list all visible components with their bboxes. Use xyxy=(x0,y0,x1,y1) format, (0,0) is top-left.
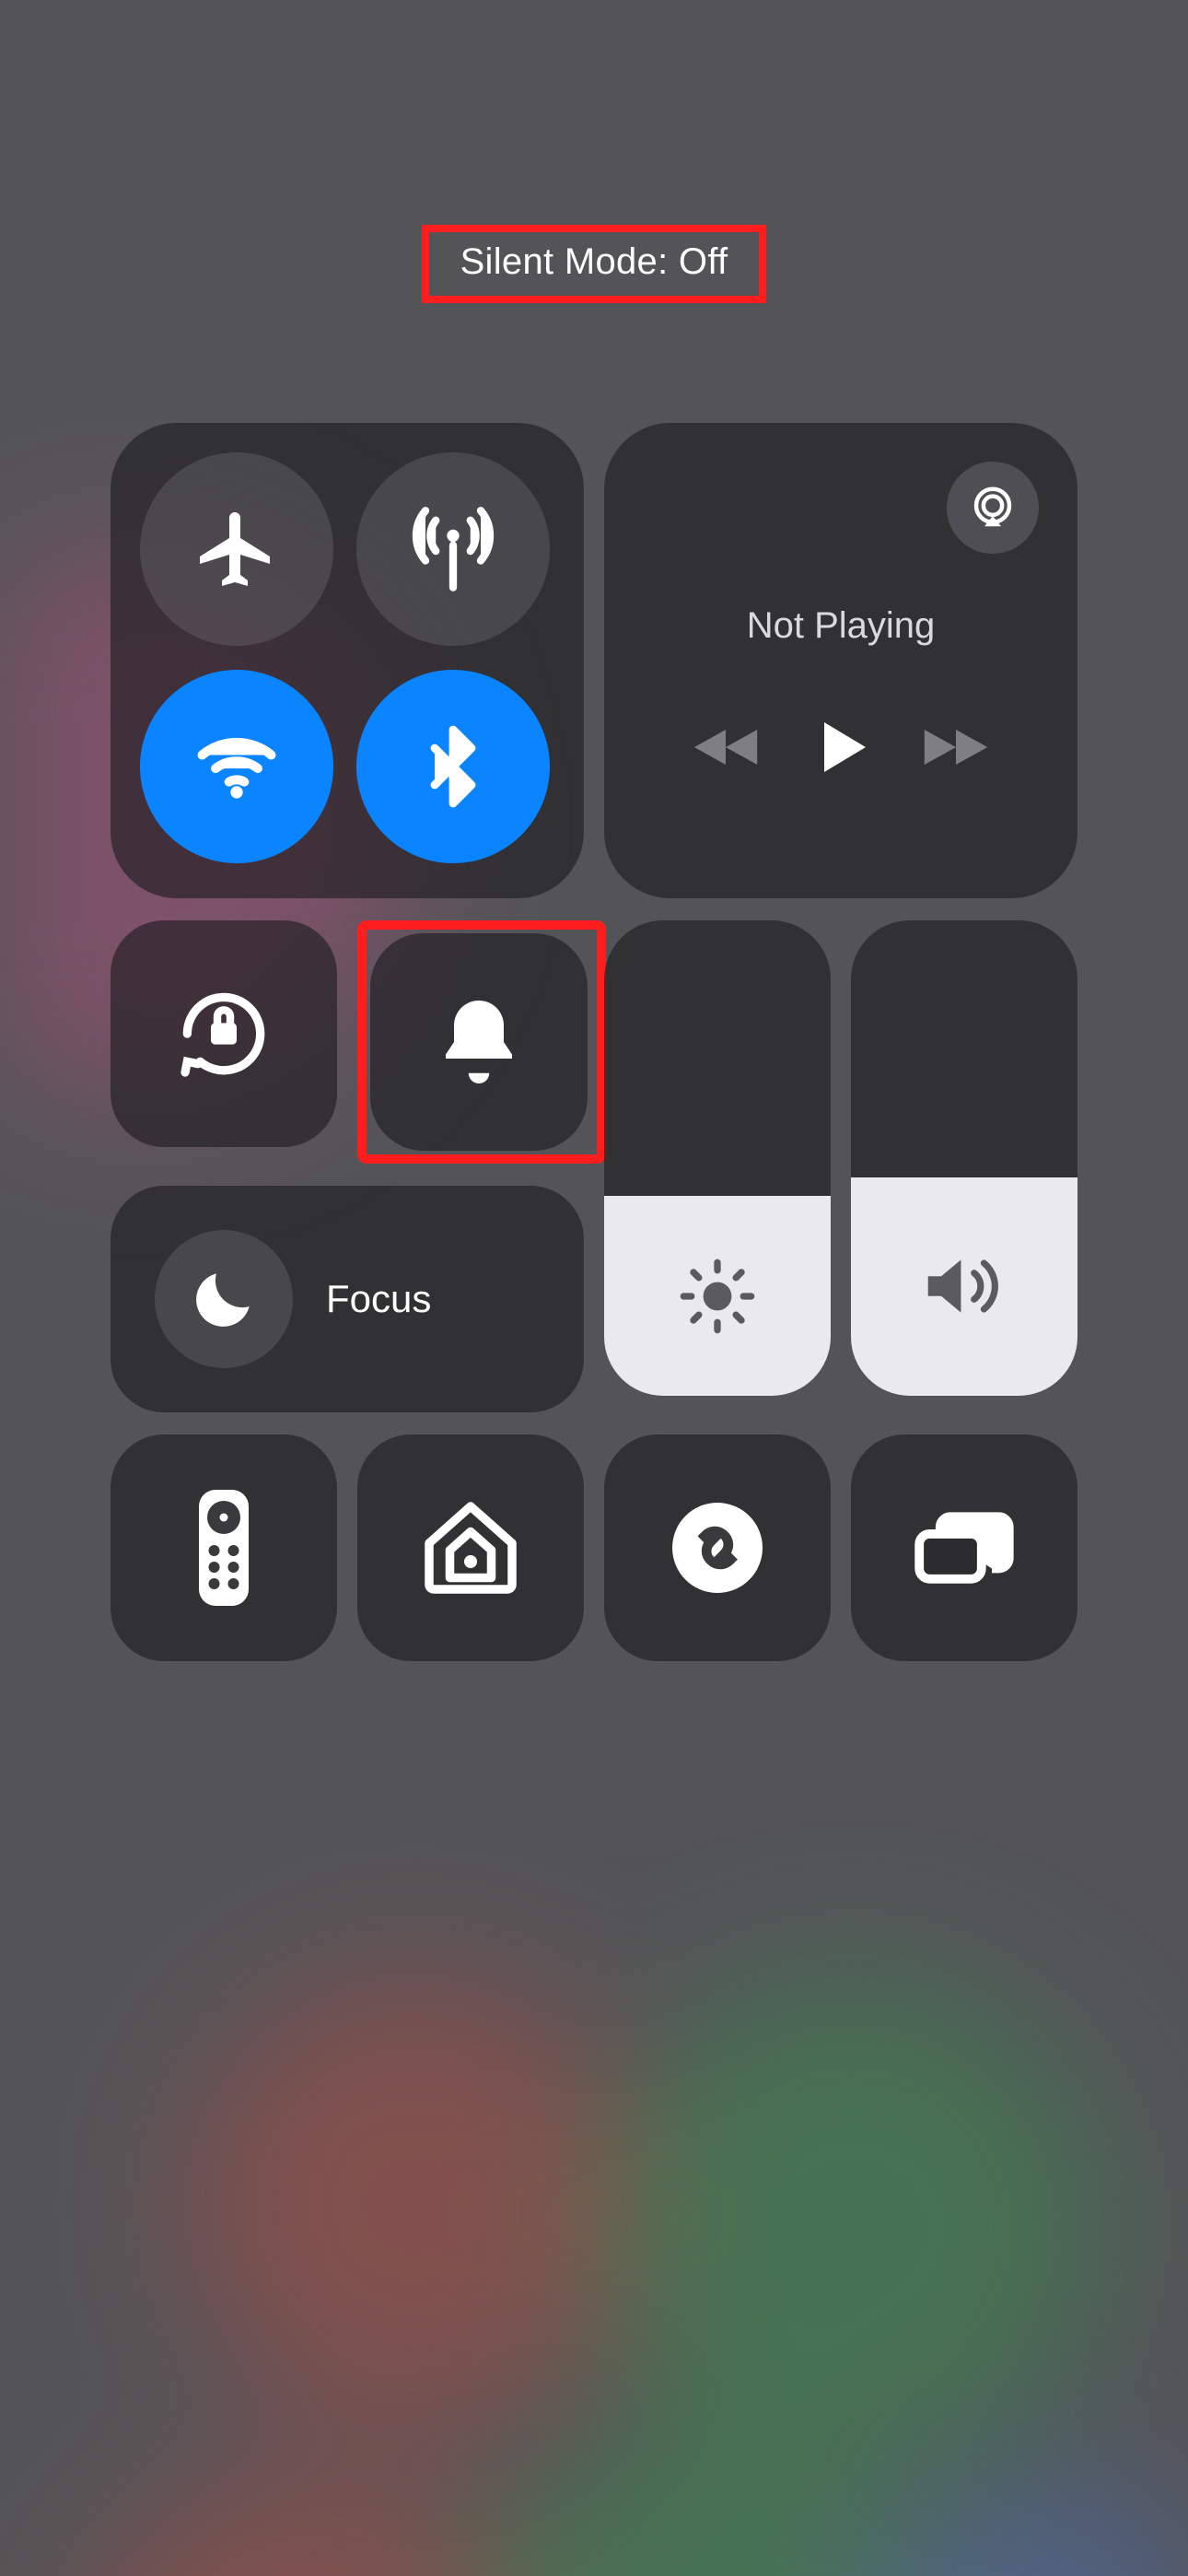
control-center: Silent Mode: Off xyxy=(0,225,1188,2576)
media-module[interactable]: Not Playing xyxy=(604,423,1077,898)
previous-track-button[interactable] xyxy=(691,720,761,774)
antenna-icon xyxy=(407,503,499,595)
sun-icon xyxy=(677,1256,758,1337)
media-title: Not Playing xyxy=(639,605,1042,647)
next-track-button[interactable] xyxy=(921,720,991,774)
airplane-icon xyxy=(192,505,281,593)
apple-tv-remote-button[interactable] xyxy=(111,1434,337,1661)
shazam-button[interactable] xyxy=(604,1434,831,1661)
skip-forward-icon xyxy=(921,720,991,774)
airplane-mode-toggle[interactable] xyxy=(140,452,333,646)
screen-mirroring-button[interactable] xyxy=(851,1434,1077,1661)
skip-back-icon xyxy=(691,720,761,774)
airplay-button[interactable] xyxy=(947,462,1039,554)
bell-icon xyxy=(429,992,529,1092)
cellular-data-toggle[interactable] xyxy=(356,452,550,646)
focus-label: Focus xyxy=(326,1277,431,1321)
two-rectangles-icon xyxy=(909,1504,1019,1592)
orientation-lock-button[interactable] xyxy=(111,920,337,1147)
silent-mode-toast: Silent Mode: Off xyxy=(422,225,767,303)
focus-button[interactable]: Focus xyxy=(111,1186,584,1412)
home-icon xyxy=(415,1493,526,1603)
bluetooth-toggle[interactable] xyxy=(356,670,550,863)
play-button[interactable] xyxy=(808,711,874,783)
toast-label: Silent Mode: Off xyxy=(460,241,728,282)
wifi-icon xyxy=(191,720,283,813)
remote-icon xyxy=(191,1483,257,1612)
home-button[interactable] xyxy=(357,1434,584,1661)
airplay-icon xyxy=(968,483,1018,533)
play-icon xyxy=(808,711,874,783)
moon-icon xyxy=(188,1263,260,1335)
focus-moon-circle xyxy=(155,1230,293,1368)
silent-mode-highlight xyxy=(357,920,606,1164)
shazam-icon xyxy=(666,1496,769,1599)
silent-mode-button[interactable] xyxy=(370,933,588,1151)
rotation-lock-icon xyxy=(172,982,275,1085)
volume-slider[interactable] xyxy=(851,920,1077,1396)
bluetooth-icon xyxy=(409,722,497,811)
brightness-slider[interactable] xyxy=(604,920,831,1396)
connectivity-module[interactable] xyxy=(111,423,584,898)
wifi-toggle[interactable] xyxy=(140,670,333,863)
speaker-icon xyxy=(918,1246,1010,1327)
